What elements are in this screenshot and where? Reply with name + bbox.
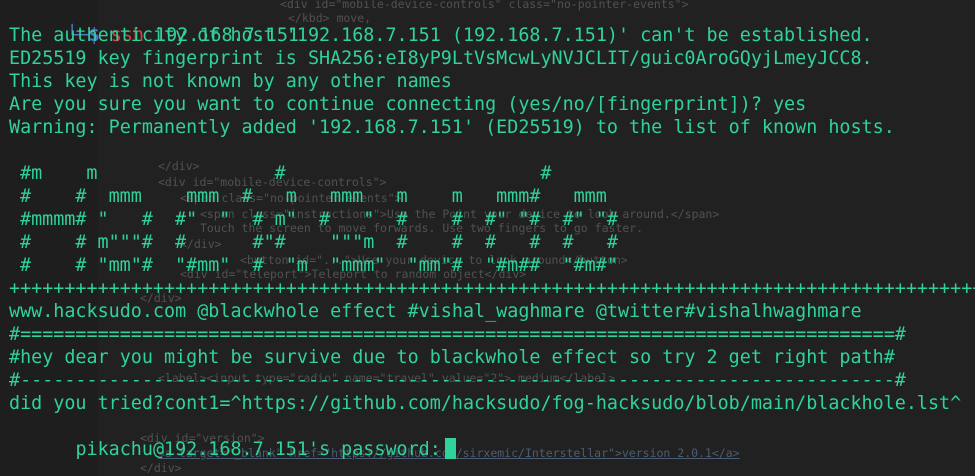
banner-art-line: # # m"""# # #"# """m # # # # # # (20, 232, 618, 253)
banner-art-line: # # "mm"# "#mm" # "m "mmm" "mm"# "#m## "… (20, 255, 618, 276)
banner-hint: did you tried?cont1=^https://github.com/… (9, 393, 962, 414)
output-line: Are you sure you want to continue connec… (9, 94, 807, 115)
command-prompt-line: └─$ ssh 192.168.7.151 (0, 1, 299, 46)
banner-rule-plus: ++++++++++++++++++++++++++++++++++++++++… (9, 278, 975, 299)
output-line: This key is not known by any other names (9, 71, 452, 92)
banner-art-line: #m m # # (20, 163, 552, 184)
output-line: The authenticity of host '192.168.7.151 … (9, 25, 873, 46)
password-prompt: pikachu@192.168.7.151's password: (75, 439, 441, 460)
ghost-line: </kbd> move, (288, 11, 372, 25)
banner-art-line: # # mmm mmm # m mmm m m mmm# mmm (20, 186, 607, 207)
ghost-line: </div> (140, 461, 182, 475)
password-prompt-line[interactable]: pikachu@192.168.7.151's password: (9, 415, 456, 460)
banner-rule-equals: #=======================================… (9, 324, 906, 345)
terminal-window[interactable]: <div id="mobile-device-controls" class="… (0, 0, 975, 476)
banner-credits: www.hacksudo.com @blackwhole effect #vis… (9, 301, 862, 322)
output-line: ED25519 key fingerprint is SHA256:eI8yP9… (9, 48, 873, 69)
text-cursor (444, 438, 456, 459)
banner-message: #hey dear you might be survive due to bl… (9, 347, 895, 368)
banner-art-line: #mmmm# " # #" " # m" # " # # #" "# #" "# (20, 209, 618, 230)
ghost-line: <div id="mobile-device-controls" class="… (280, 0, 689, 11)
banner-rule-dashes: #---------------------------------------… (9, 370, 906, 391)
output-line: Warning: Permanently added '192.168.7.15… (9, 117, 895, 138)
